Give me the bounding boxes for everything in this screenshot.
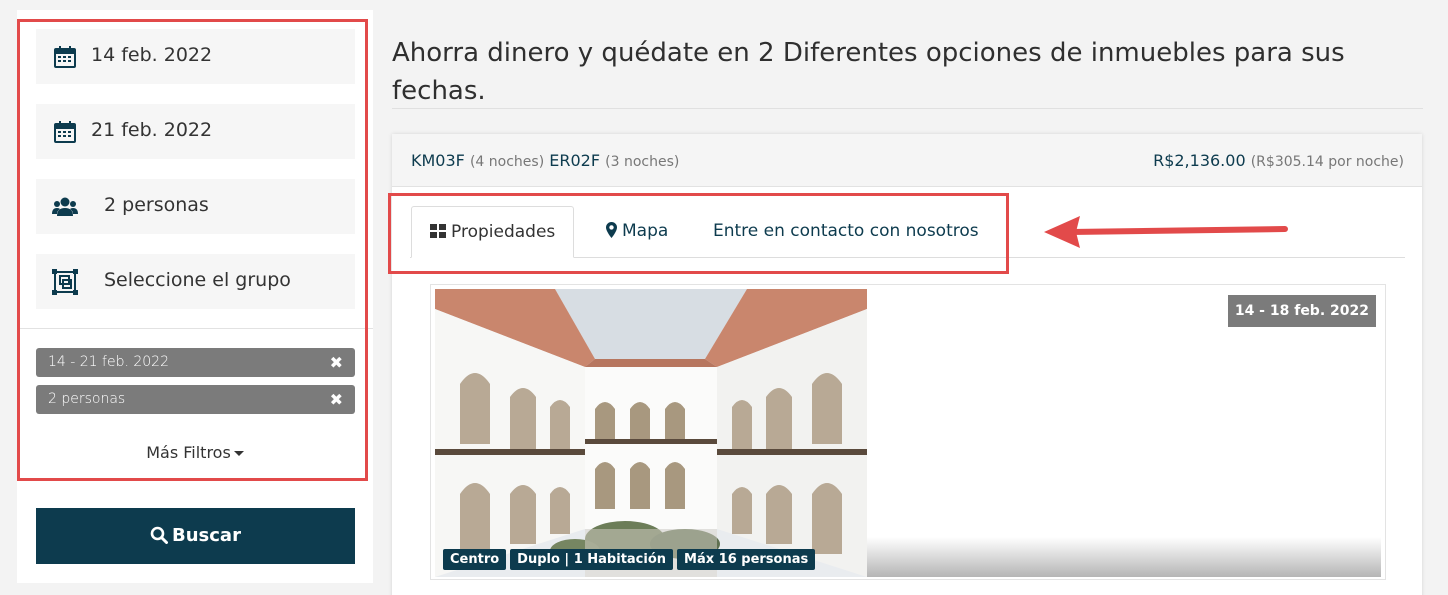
location-tag: Centro	[443, 549, 507, 570]
calendar-icon	[54, 46, 76, 68]
users-icon	[52, 197, 78, 216]
more-filters-toggle[interactable]: Más Filtros	[17, 443, 373, 462]
group-select-placeholder: Seleccione el grupo	[104, 269, 291, 291]
tab-label: Propiedades	[451, 222, 556, 242]
property-card[interactable]: 14 - 18 feb. 2022 Centro Duplo | 1 Habit…	[430, 284, 1386, 580]
property-code[interactable]: ER02F	[549, 151, 600, 170]
checkin-date-field[interactable]: 14 feb. 2022	[36, 29, 355, 84]
property-code[interactable]: KM03F	[411, 151, 465, 170]
guests-value: 2 personas	[104, 194, 209, 216]
group-select[interactable]: Seleccione el grupo	[36, 254, 355, 309]
headline-divider	[392, 108, 1423, 109]
active-filter-chip: 2 personas ✖	[36, 385, 355, 414]
total-price: R$2,136.00	[1153, 151, 1246, 170]
tab-label: Entre en contacto con nosotros	[713, 221, 979, 241]
tab-properties[interactable]: Propiedades	[411, 206, 575, 258]
combo-price: R$2,136.00 (R$305.14 por noche)	[1153, 151, 1404, 170]
search-icon	[150, 526, 169, 544]
tab-map[interactable]: Mapa	[588, 206, 686, 258]
combo-header: KM03F (4 noches) ER02F (3 noches) R$2,13…	[392, 134, 1422, 187]
search-sidebar: 14 feb. 2022 21 feb. 2022 2 personas Sel…	[17, 10, 373, 583]
group-select-icon	[52, 269, 78, 295]
guests-field[interactable]: 2 personas	[36, 179, 355, 234]
checkout-date-field[interactable]: 21 feb. 2022	[36, 104, 355, 159]
price-per-night: (R$305.14 por noche)	[1250, 154, 1404, 170]
room-type-tag: Duplo | 1 Habitación	[510, 549, 674, 570]
close-icon[interactable]: ✖	[330, 390, 343, 409]
results-card: KM03F (4 noches) ER02F (3 noches) R$2,13…	[392, 134, 1422, 595]
tab-contact[interactable]: Entre en contacto con nosotros	[695, 206, 997, 258]
tab-label: Mapa	[622, 221, 669, 241]
results-headline: Ahorra dinero y quédate en 2 Diferentes …	[392, 38, 1345, 106]
calendar-icon	[54, 121, 76, 143]
chip-label: 2 personas	[48, 391, 126, 407]
stay-dates-badge: 14 - 18 feb. 2022	[1227, 295, 1376, 327]
checkin-date-value: 14 feb. 2022	[91, 44, 213, 66]
property-photo[interactable]	[435, 289, 867, 577]
checkout-date-value: 21 feb. 2022	[91, 119, 213, 141]
map-marker-icon	[606, 222, 617, 238]
riad-courtyard-image	[435, 289, 867, 577]
pointer-arrow	[1044, 216, 1288, 248]
nights-count: (4 noches)	[469, 154, 545, 170]
capacity-tag: Máx 16 personas	[677, 549, 816, 570]
card-shadow	[867, 537, 1381, 577]
grid-icon	[430, 224, 446, 238]
property-tags: Centro Duplo | 1 Habitación Máx 16 perso…	[443, 549, 816, 570]
nights-count: (3 noches)	[605, 154, 680, 170]
more-filters-label: Más Filtros	[146, 443, 231, 462]
close-icon[interactable]: ✖	[330, 353, 343, 372]
search-button-label: Buscar	[172, 525, 241, 546]
search-button[interactable]: Buscar	[36, 508, 355, 564]
active-filter-chip: 14 - 21 feb. 2022 ✖	[36, 348, 355, 377]
caret-down-icon	[233, 451, 244, 456]
sidebar-divider	[17, 328, 373, 329]
chip-label: 14 - 21 feb. 2022	[48, 354, 169, 370]
combo-codes: KM03F (4 noches) ER02F (3 noches)	[411, 151, 679, 170]
